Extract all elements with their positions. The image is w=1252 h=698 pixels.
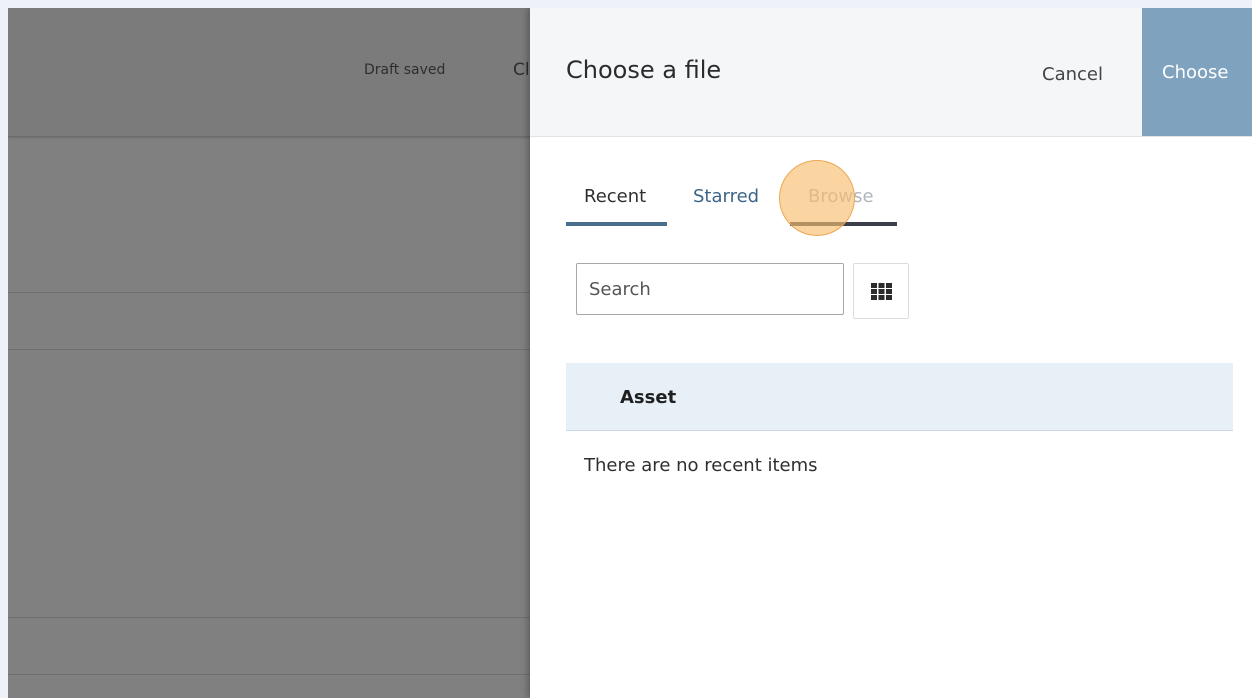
editor-header-action-label: Cl [513, 60, 530, 80]
cancel-button[interactable]: Cancel [1030, 56, 1115, 92]
active-tab-indicator [566, 222, 667, 226]
column-header-asset[interactable]: Asset [620, 387, 676, 408]
editor-divider [8, 292, 530, 293]
tab-recent[interactable]: Recent [584, 186, 646, 207]
editor-divider [8, 617, 530, 618]
empty-state-message: There are no recent items [584, 455, 818, 476]
editor-divider [8, 674, 530, 675]
panel-header: Choose a file Cancel Choose [530, 8, 1252, 137]
tab-browse[interactable]: Browse [808, 186, 874, 207]
choose-button[interactable]: Choose [1142, 8, 1252, 136]
draft-status: Draft saved [364, 62, 446, 78]
editor-divider [8, 349, 530, 350]
tab-hover-indicator [790, 222, 897, 226]
file-chooser-panel: Choose a file Cancel Choose Recent Starr… [530, 8, 1252, 698]
search-input[interactable] [576, 263, 844, 315]
grid-icon [871, 283, 892, 300]
panel-title: Choose a file [566, 56, 722, 84]
tab-starred[interactable]: Starred [693, 186, 759, 207]
grid-view-button[interactable] [853, 263, 909, 319]
app-window: Draft saved Cl Choose a file Cancel Choo… [8, 8, 1252, 698]
table-header: Asset [566, 363, 1233, 431]
